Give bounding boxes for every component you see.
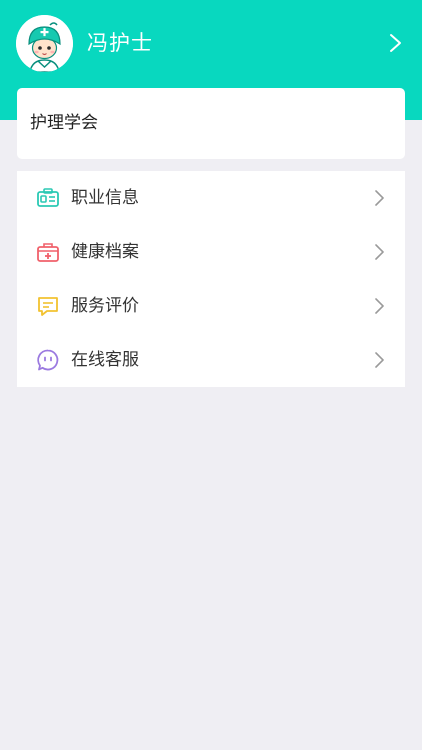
chevron-right-icon [375,190,384,206]
menu-item-label: 在线客服 [71,350,139,370]
chevron-right-icon [375,352,384,368]
organization-card[interactable]: 护理学会 [17,88,405,159]
id-card-icon [37,188,59,207]
medical-kit-icon [37,243,59,262]
chevron-right-icon [375,244,384,260]
chat-bubble-icon [37,349,59,371]
menu-list: 职业信息 健康档案 服务评价 在线客服 [17,171,405,387]
menu-item-career-info[interactable]: 职业信息 [17,171,405,225]
menu-item-label: 服务评价 [71,296,139,316]
nurse-avatar-icon [16,15,73,72]
user-name[interactable]: 冯护士 [87,27,153,59]
menu-item-service-review[interactable]: 服务评价 [17,279,405,333]
menu-item-health-records[interactable]: 健康档案 [17,225,405,279]
comment-icon [38,297,58,316]
chevron-right-icon[interactable] [386,32,406,54]
avatar[interactable] [16,15,73,72]
organization-name: 护理学会 [30,113,98,133]
menu-item-online-support[interactable]: 在线客服 [17,333,405,387]
menu-item-label: 健康档案 [71,242,139,262]
menu-item-label: 职业信息 [71,188,139,208]
chevron-right-icon [375,298,384,314]
